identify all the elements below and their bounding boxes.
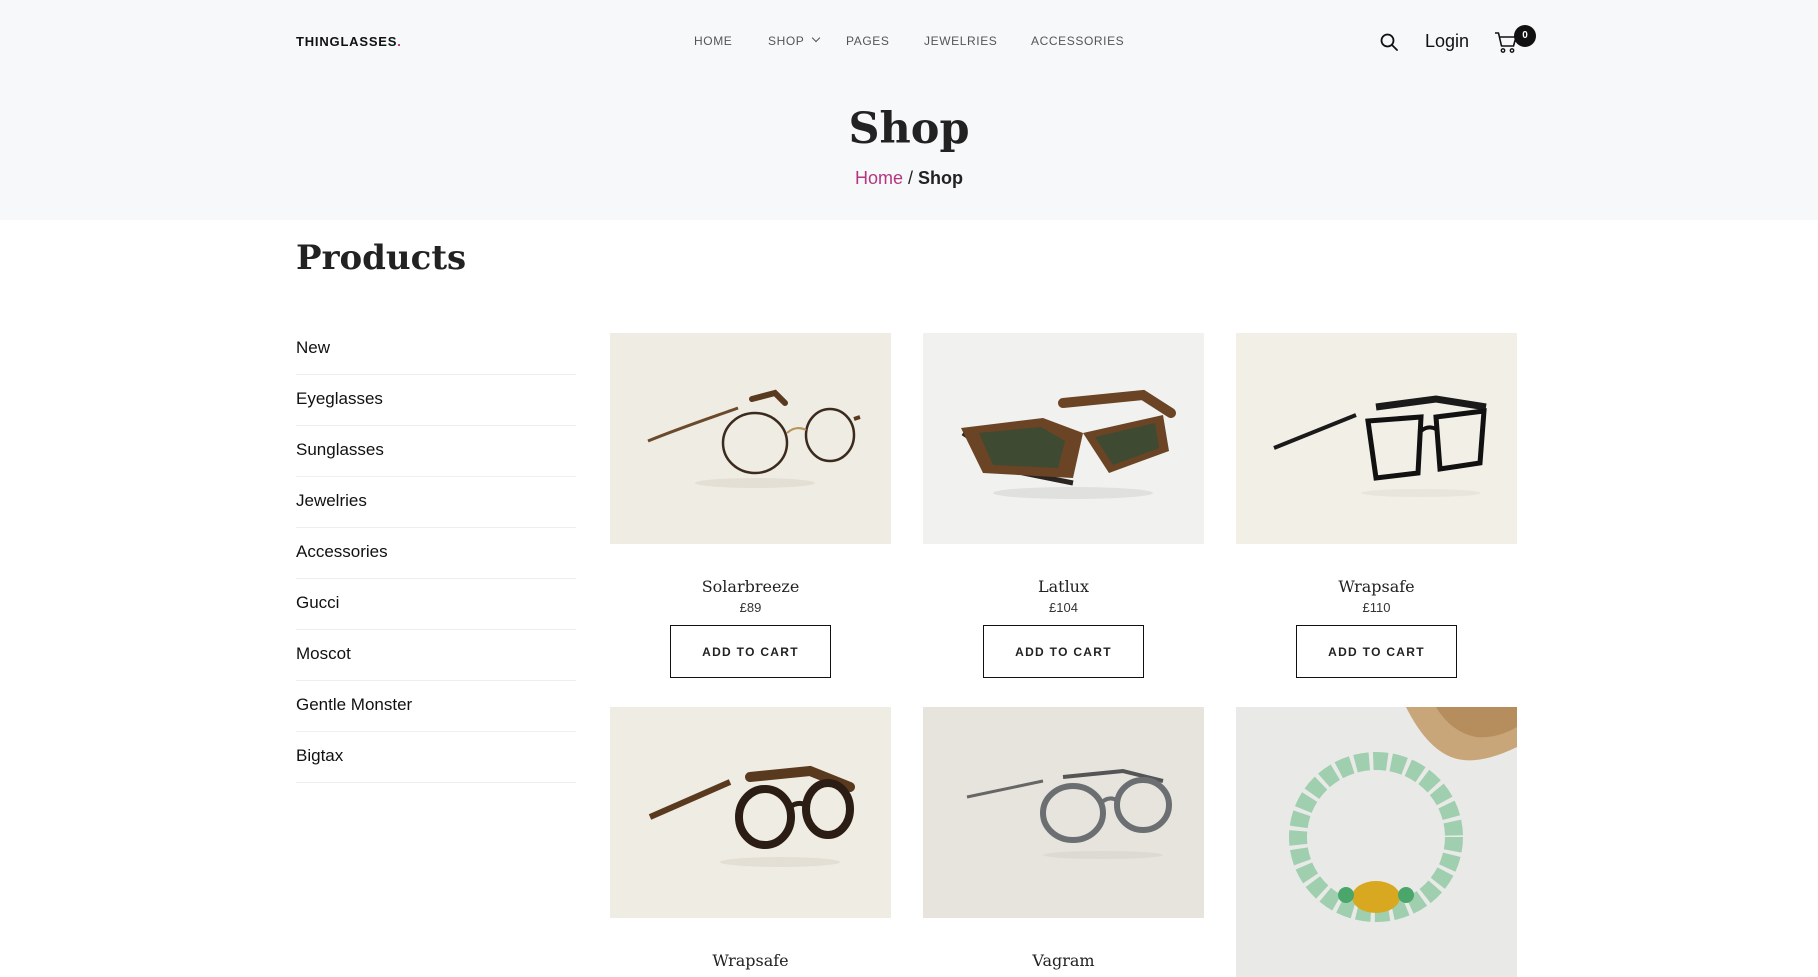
nav-accessories[interactable]: ACCESSORIES — [1031, 34, 1124, 48]
product-card: Latlux £104 ADD TO CART — [923, 333, 1204, 678]
product-price: £89 — [739, 600, 762, 615]
product-image[interactable] — [1236, 707, 1517, 977]
product-image[interactable] — [923, 707, 1204, 918]
category-moscot[interactable]: Moscot — [296, 630, 576, 681]
breadcrumb-home[interactable]: Home — [855, 168, 903, 188]
breadcrumb: Home / Shop — [0, 168, 1818, 189]
category-new[interactable]: New — [296, 324, 576, 375]
product-name[interactable]: Latlux — [923, 577, 1204, 596]
category-gentle-monster[interactable]: Gentle Monster — [296, 681, 576, 732]
category-accessories[interactable]: Accessories — [296, 528, 576, 579]
product-image[interactable] — [923, 333, 1204, 544]
product-card: Wrapsafe £110 ADD TO CART — [1236, 333, 1517, 678]
product-image[interactable] — [610, 333, 891, 544]
logo[interactable]: THINGLASSES. — [296, 34, 402, 49]
add-to-cart-button[interactable]: ADD TO CART — [983, 625, 1144, 678]
search-icon[interactable] — [1379, 32, 1399, 52]
add-to-cart-button[interactable]: ADD TO CART — [1296, 625, 1457, 678]
nav-jewelries[interactable]: JEWELRIES — [924, 34, 997, 48]
product-price: £104 — [1049, 600, 1078, 615]
product-price: £110 — [1362, 600, 1391, 615]
cart-count-badge: 0 — [1514, 25, 1536, 47]
section-title: Products — [296, 238, 467, 278]
product-name[interactable]: Vagram — [923, 951, 1204, 970]
product-card: Wrapsafe — [610, 707, 891, 970]
nav-home[interactable]: HOME — [694, 34, 732, 48]
product-name[interactable]: Wrapsafe — [610, 951, 891, 970]
category-eyeglasses[interactable]: Eyeglasses — [296, 375, 576, 426]
login-link[interactable]: Login — [1425, 31, 1469, 52]
category-sunglasses[interactable]: Sunglasses — [296, 426, 576, 477]
page-title: Shop — [848, 104, 970, 154]
category-bigtax[interactable]: Bigtax — [296, 732, 576, 783]
product-name[interactable]: Solarbreeze — [610, 577, 891, 596]
product-image[interactable] — [610, 707, 891, 918]
nav-shop[interactable]: SHOP — [768, 34, 804, 48]
category-sidebar: New Eyeglasses Sunglasses Jewelries Acce… — [296, 324, 576, 783]
product-card: Solarbreeze £89 ADD TO CART — [610, 333, 891, 678]
add-to-cart-button[interactable]: ADD TO CART — [670, 625, 831, 678]
category-jewelries[interactable]: Jewelries — [296, 477, 576, 528]
product-image[interactable] — [1236, 333, 1517, 544]
product-card — [1236, 707, 1517, 977]
product-card: Vagram — [923, 707, 1204, 970]
breadcrumb-separator: / — [903, 168, 919, 188]
nav-pages[interactable]: PAGES — [846, 34, 889, 48]
product-name[interactable]: Wrapsafe — [1236, 577, 1517, 596]
breadcrumb-current: Shop — [918, 168, 964, 188]
category-gucci[interactable]: Gucci — [296, 579, 576, 630]
